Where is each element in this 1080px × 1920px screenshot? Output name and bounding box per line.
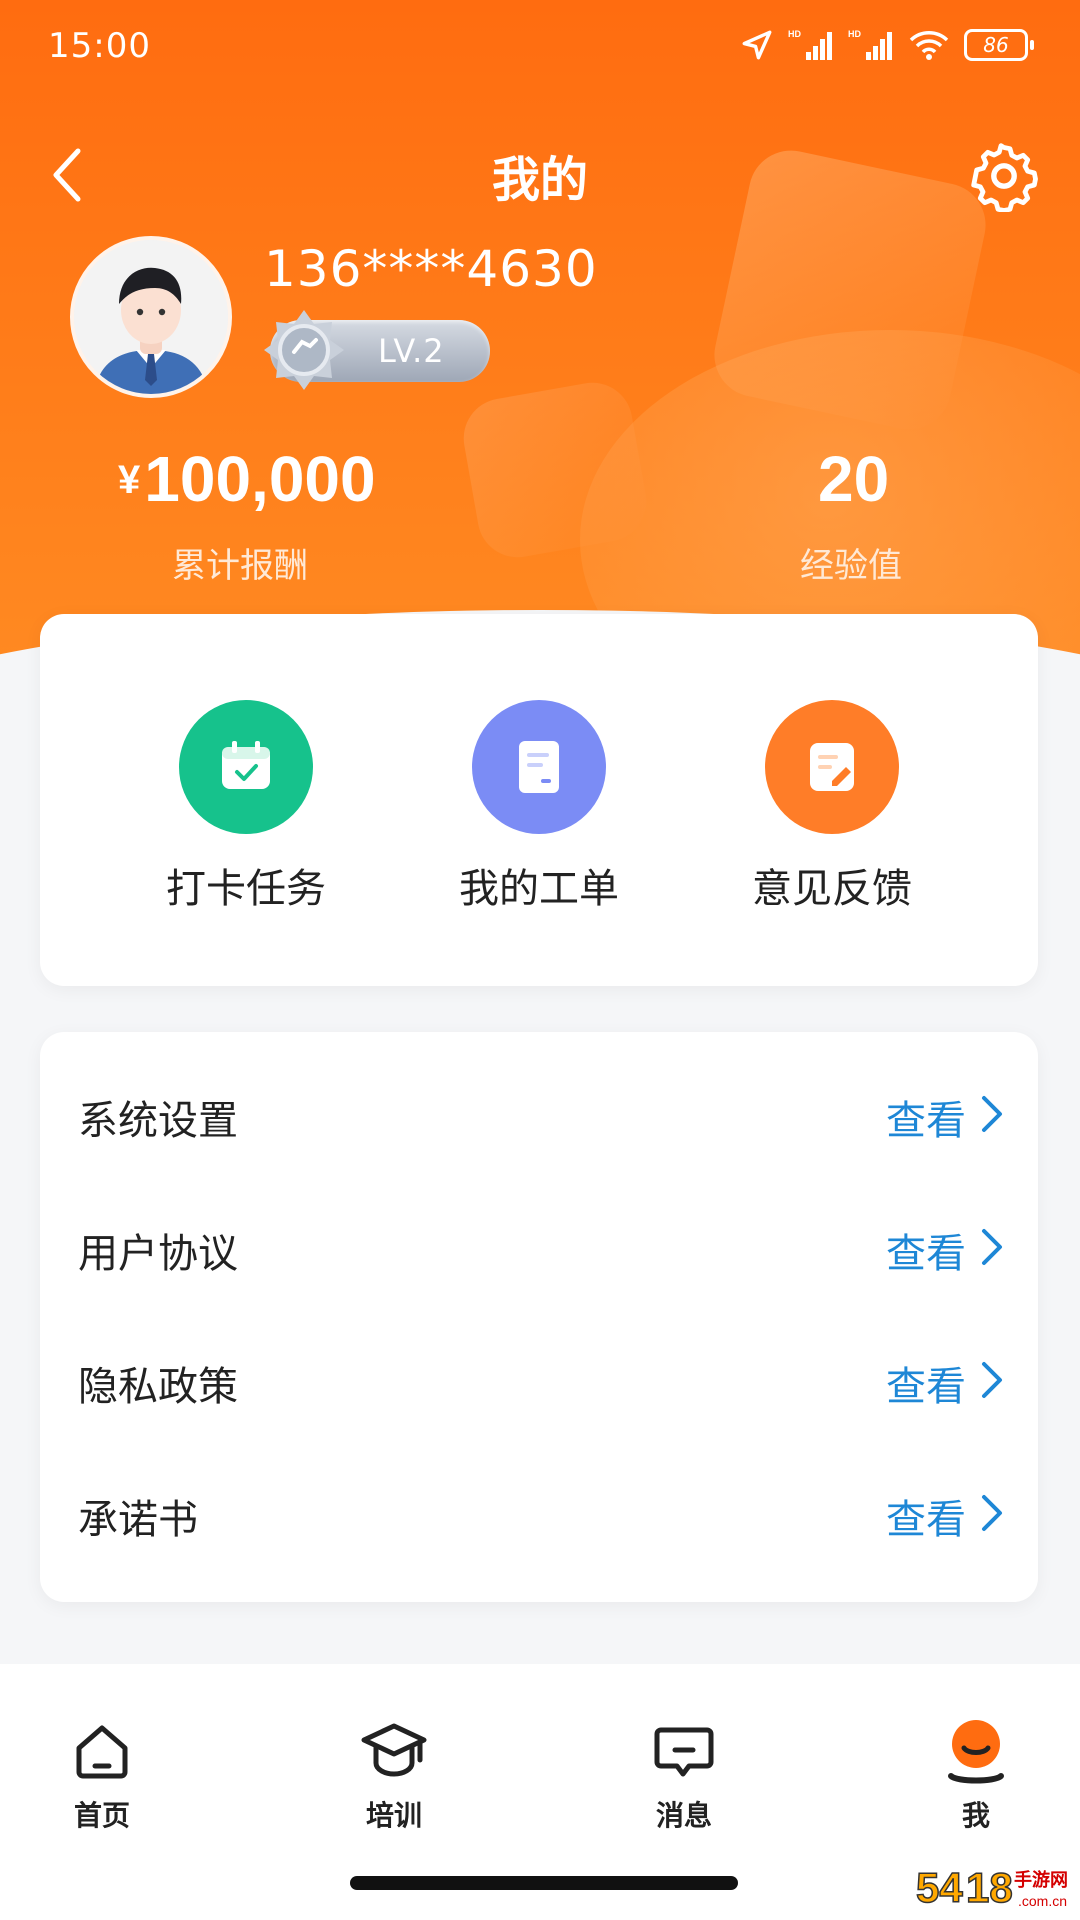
status-time: 15:00 [48,26,151,66]
edit-note-icon [765,700,899,834]
my-orders-button[interactable]: 我的工单 [419,700,659,914]
location-icon [742,30,772,60]
tab-label: 培训 [365,1799,422,1832]
avatar[interactable] [70,236,232,398]
tab-label: 首页 [73,1799,130,1832]
list-item-label: 承诺书 [78,1497,198,1543]
view-link[interactable]: 查看 [886,1487,966,1545]
list-item-label: 用户协议 [78,1231,238,1277]
watermark-logo: 54 18 手游网 .com.cn [914,1858,1074,1914]
home-indicator [350,1876,738,1890]
tab-label: 我 [961,1799,990,1832]
exp-value: 20 [818,443,890,515]
chevron-right-icon [982,1362,1002,1398]
svg-text:18: 18 [966,1864,1013,1911]
reward-label: 累计报酬 [172,546,308,586]
currency-symbol: ¥ [118,458,141,502]
graduation-cap-icon [359,1716,429,1786]
tab-messages[interactable]: 消息 [604,1716,764,1834]
svg-text:手游网: 手游网 [1014,1869,1068,1891]
level-badge: LV.2 [264,310,490,390]
level-text: LV.2 [378,332,445,370]
user-phone: 136****4630 [264,240,598,298]
list-item-label: 隐私政策 [78,1364,238,1410]
list-item-commitment-letter[interactable]: 承诺书 查看 [40,1447,1038,1579]
chevron-right-icon [982,1495,1002,1531]
exp-label: 经验值 [800,546,902,586]
medal-icon [264,310,344,390]
feedback-button[interactable]: 意见反馈 [712,700,952,914]
page-title: 我的 [491,152,588,208]
status-icons: HD HD 86 [740,28,1034,62]
tab-label: 消息 [655,1799,712,1832]
avatar-image [74,240,228,394]
home-icon [67,1716,137,1786]
view-link[interactable]: 查看 [886,1221,966,1279]
user-icon [941,1716,1011,1786]
list-item-user-agreement[interactable]: 用户协议 查看 [40,1181,1038,1313]
quick-action-label: 打卡任务 [166,866,326,912]
tab-training[interactable]: 培训 [314,1716,474,1834]
view-link[interactable]: 查看 [886,1088,966,1146]
status-bar: 15:00 HD HD 86 [0,0,1080,100]
svg-text:54: 54 [916,1864,963,1911]
quick-actions-card: 打卡任务 我的工单 意见反馈 [40,614,1038,986]
svg-text:.com.cn: .com.cn [1018,1893,1067,1909]
settings-list-card: 系统设置 查看 用户协议 查看 隐私政策 查看 承诺书 查看 [40,1032,1038,1602]
svg-text:HD: HD [848,29,861,39]
signal-icon: HD [788,29,832,60]
settings-button[interactable] [966,138,1042,214]
svg-text:HD: HD [788,29,801,39]
list-item-privacy-policy[interactable]: 隐私政策 查看 [40,1314,1038,1446]
gear-icon [971,143,1038,212]
calendar-check-icon [179,700,313,834]
list-item-label: 系统设置 [78,1098,238,1144]
battery-icon: 86 [964,29,1034,61]
chevron-right-icon [982,1229,1002,1265]
message-icon [649,1716,719,1786]
checkin-task-button[interactable]: 打卡任务 [126,700,366,914]
view-link[interactable]: 查看 [886,1354,966,1412]
reward-value: ¥100,000 [118,442,376,516]
document-icon [472,700,606,834]
list-item-system-settings[interactable]: 系统设置 查看 [40,1048,1038,1180]
signal-icon-2: HD [848,29,892,60]
chevron-right-icon [982,1096,1002,1132]
wifi-icon [909,31,949,60]
tab-me[interactable]: 我 [896,1716,1056,1834]
quick-action-label: 我的工单 [459,866,619,912]
quick-action-label: 意见反馈 [752,866,912,912]
reward-amount: 100,000 [144,443,376,515]
tab-home[interactable]: 首页 [22,1716,182,1834]
